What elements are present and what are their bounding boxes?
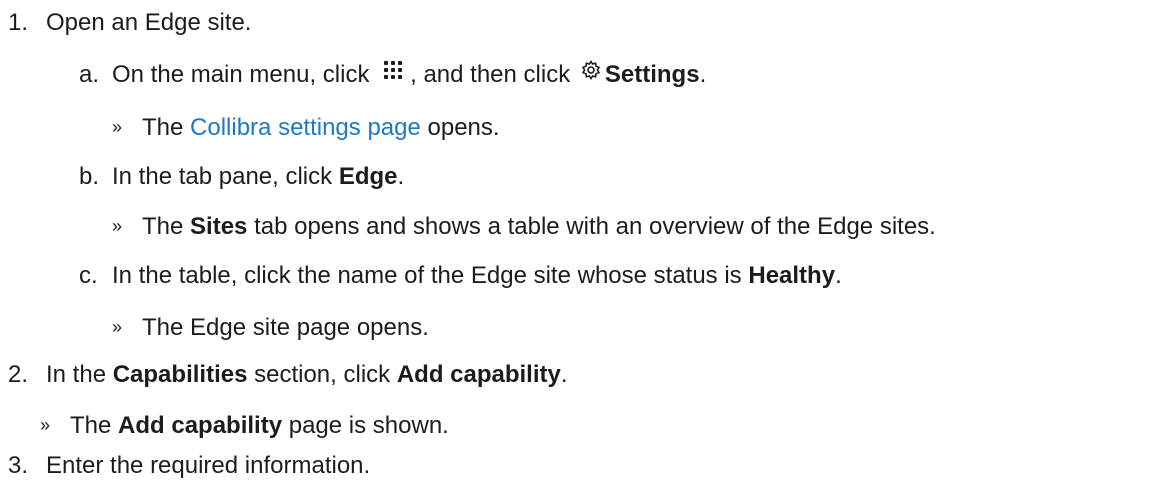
apps-grid-icon <box>382 59 404 81</box>
add-capability-page-label: Add capability <box>118 412 283 439</box>
substep-text: In the tab pane, click <box>112 163 333 190</box>
punctuation: . <box>699 61 707 88</box>
step-text: In the <box>46 361 107 388</box>
step-text-cont: section, click <box>254 361 391 388</box>
settings-label: Settings <box>604 61 700 88</box>
healthy-label: Healthy <box>748 262 836 289</box>
result-marker: » <box>112 216 123 236</box>
result-marker: » <box>40 415 51 435</box>
result-text: The Edge site page opens. <box>142 314 429 341</box>
document: 1. Open an Edge site. a. On the main menu,… <box>0 0 1150 479</box>
result-b: » The Sites tab opens and shows a table w… <box>112 212 936 241</box>
result-text-cont: page is shown. <box>288 412 449 439</box>
gear-icon <box>581 59 601 80</box>
edge-label: Edge <box>338 163 398 190</box>
result-a: » The Collibra settings page opens. <box>112 113 500 142</box>
result-marker: » <box>112 317 123 337</box>
result-2: » The Add capability page is shown. <box>40 411 449 440</box>
result-marker: » <box>112 117 123 137</box>
substep-text: In the table, click the name of the Edge… <box>112 262 742 289</box>
substep-letter: a. <box>79 61 100 88</box>
punctuation: . <box>560 361 568 388</box>
step-3: 3. Enter the required information. <box>8 452 370 480</box>
step-1: 1. Open an Edge site. <box>8 9 251 37</box>
collibra-settings-link[interactable]: Collibra settings page <box>190 114 421 141</box>
result-c: » The Edge site page opens. <box>112 313 429 342</box>
result-text-cont: tab opens and shows a table with an over… <box>254 213 936 240</box>
substep-a: a. On the main menu, click , and then cli… <box>79 59 707 89</box>
step-number: 3. <box>8 452 29 479</box>
substep-letter: c. <box>79 262 98 289</box>
step-2: 2. In the Capabilities section, click Add… <box>8 361 568 389</box>
substep-b: b. In the tab pane, click Edge. <box>79 163 404 191</box>
step-number: 1. <box>8 9 29 36</box>
result-text: The <box>142 213 184 240</box>
sites-label: Sites <box>190 213 248 240</box>
capabilities-label: Capabilities <box>112 361 248 388</box>
step-text: Open an Edge site. <box>46 9 252 36</box>
punctuation: . <box>397 163 405 190</box>
result-text: The <box>142 114 184 141</box>
result-text-cont: opens. <box>427 114 500 141</box>
substep-text: On the main menu, click <box>112 61 370 88</box>
step-number: 2. <box>8 361 29 388</box>
substep-letter: b. <box>79 163 100 190</box>
punctuation: . <box>835 262 842 289</box>
substep-text-cont: , and then click <box>410 61 571 88</box>
result-text: The <box>70 412 112 439</box>
substep-c: c. In the table, click the name of the Ed… <box>79 262 842 290</box>
add-capability-label: Add capability <box>396 361 561 388</box>
